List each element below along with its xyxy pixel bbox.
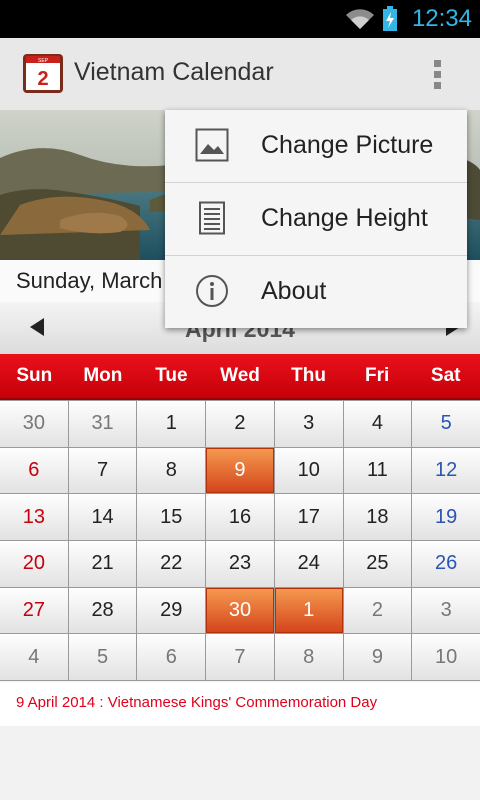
calendar-day[interactable]: 7	[68, 447, 137, 494]
calendar-day[interactable]: 7	[206, 634, 274, 680]
calendar-day[interactable]: 10	[412, 634, 480, 680]
calendar-day[interactable]: 21	[68, 541, 137, 587]
calendar-day[interactable]: 8	[274, 634, 343, 680]
weekday-label: Thu	[291, 365, 326, 386]
svg-text:SEP: SEP	[38, 58, 49, 64]
calendar-day[interactable]: 24	[274, 541, 343, 587]
calendar-day-holiday[interactable]: 9	[206, 447, 274, 494]
calendar-day[interactable]: 4	[343, 401, 412, 447]
calendar-day[interactable]: 6	[0, 447, 68, 494]
calendar-day[interactable]: 17	[274, 494, 343, 540]
weekday-label: Fri	[364, 365, 390, 386]
calendar-day[interactable]: 30	[0, 401, 68, 447]
calendar-day[interactable]: 1	[137, 401, 206, 447]
holiday-note: 9 April 2014 : Vietnamese Kings' Commemo…	[16, 694, 378, 711]
calendar-day[interactable]: 29	[137, 587, 206, 634]
calendar-day-holiday[interactable]: 1	[274, 587, 343, 634]
calendar-day[interactable]: 28	[68, 587, 137, 634]
selected-date-text: Sunday, March	[16, 268, 163, 293]
calendar-day[interactable]: 2	[343, 587, 412, 634]
calendar-day[interactable]: 18	[343, 494, 412, 540]
calendar-day[interactable]: 19	[412, 494, 480, 540]
calendar-day[interactable]: 23	[206, 541, 274, 587]
calendar-day[interactable]: 9	[343, 634, 412, 680]
overflow-menu: Change Picture Change Height About	[165, 110, 467, 328]
calendar-day[interactable]: 11	[343, 447, 412, 494]
calendar-day[interactable]: 5	[412, 401, 480, 447]
calendar-day[interactable]: 13	[0, 494, 68, 540]
calendar-day[interactable]: 25	[343, 541, 412, 587]
calendar-app-icon: SEP 2	[23, 54, 63, 93]
calendar-day[interactable]: 2	[206, 401, 274, 447]
height-icon	[199, 201, 225, 235]
battery-charging-icon	[383, 6, 397, 31]
calendar-day[interactable]: 4	[0, 634, 68, 680]
wifi-icon	[346, 9, 374, 29]
calendar-day-holiday[interactable]: 30	[206, 587, 274, 634]
calendar-day[interactable]: 3	[274, 401, 343, 447]
calendar-day[interactable]: 14	[68, 494, 137, 540]
status-time: 12:34	[411, 5, 472, 32]
weekday-label: Tue	[155, 365, 188, 386]
menu-item-change-height[interactable]: Change Height	[165, 183, 467, 256]
calendar-day[interactable]: 31	[68, 401, 137, 447]
calendar-day[interactable]: 16	[206, 494, 274, 540]
calendar-day[interactable]: 15	[137, 494, 206, 540]
menu-item-label: Change Height	[261, 204, 428, 232]
calendar-day[interactable]: 8	[137, 447, 206, 494]
calendar-day[interactable]: 5	[68, 634, 137, 680]
picture-icon	[195, 128, 229, 162]
status-bar: 12:34	[0, 0, 480, 38]
menu-item-about[interactable]: About	[165, 256, 467, 328]
app-title: Vietnam Calendar	[74, 58, 274, 86]
calendar-day[interactable]: 6	[137, 634, 206, 680]
weekday-label: Wed	[220, 365, 260, 386]
overflow-menu-icon[interactable]	[430, 58, 446, 92]
menu-item-label: About	[261, 277, 327, 305]
weekday-header: Sun Mon Tue Wed Thu Fri Sat	[0, 354, 480, 400]
weekday-label: Sat	[430, 365, 461, 386]
svg-text:2: 2	[37, 68, 48, 90]
calendar-day[interactable]: 26	[412, 541, 480, 587]
weekday-label: Mon	[83, 365, 123, 386]
action-bar: SEP 2 Vietnam Calendar	[0, 38, 480, 111]
calendar-day[interactable]: 3	[412, 587, 480, 634]
calendar-day[interactable]: 20	[0, 541, 68, 587]
calendar-day[interactable]: 10	[274, 447, 343, 494]
menu-item-label: Change Picture	[261, 131, 434, 159]
info-icon	[196, 275, 228, 307]
calendar-day[interactable]: 27	[0, 587, 68, 634]
menu-item-change-picture[interactable]: Change Picture	[165, 110, 467, 183]
weekday-label: Sun	[16, 365, 53, 386]
calendar-day[interactable]: 12	[412, 447, 480, 494]
calendar-grid: 30 31 1 2 3 4 5 6 7 8 9 10 11 12 13 14 15 16 17 18 19 20 21 22 2…	[0, 400, 480, 681]
calendar-day[interactable]: 22	[137, 541, 206, 587]
